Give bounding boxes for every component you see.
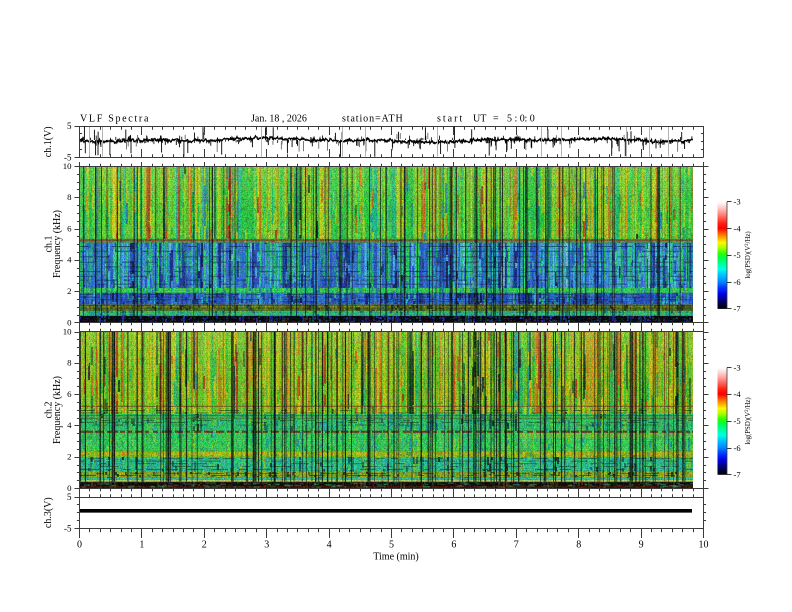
svg-text:1: 1 [139,540,144,551]
svg-text:-4: -4 [734,389,742,399]
svg-text:-7: -7 [734,304,741,314]
svg-text:log(PSD)(V2/Hz): log(PSD)(V2/Hz) [745,231,752,278]
svg-text:station=ATH: station=ATH [342,114,404,125]
svg-text:VLF Spectra: VLF Spectra [80,114,150,125]
svg-text:-7: -7 [734,470,741,480]
svg-text:6: 6 [67,389,72,399]
svg-text:-5: -5 [734,250,741,260]
svg-text:0: 0 [67,483,72,493]
svg-text:-5: -5 [734,416,741,426]
svg-text:8: 8 [67,358,72,368]
svg-text:9: 9 [639,540,644,551]
svg-text:7: 7 [514,540,519,551]
svg-text:8: 8 [67,192,72,202]
svg-text:-4: -4 [734,223,742,233]
svg-text:Jan. 18 , 2026: Jan. 18 , 2026 [251,114,307,125]
svg-text:4: 4 [327,540,332,551]
svg-text:4: 4 [67,420,72,430]
svg-text:Frequency (kHz): Frequency (kHz) [52,376,63,444]
svg-text:Frequency (kHz): Frequency (kHz) [52,210,63,278]
svg-text:6: 6 [67,223,72,233]
svg-text:3: 3 [264,540,269,551]
svg-text:-3: -3 [734,197,741,207]
svg-text:start: start [437,114,464,125]
svg-text:6: 6 [451,540,456,551]
svg-text:2: 2 [67,452,71,462]
svg-text:Time (min): Time (min) [373,552,418,563]
svg-text:4: 4 [67,255,72,265]
svg-text:0: 0 [77,540,82,551]
svg-text:ch.1(V): ch.1(V) [43,126,54,157]
svg-text:ch.3(V): ch.3(V) [43,497,54,528]
svg-text:8: 8 [576,540,581,551]
svg-text:-6: -6 [734,277,741,287]
svg-text:2: 2 [67,286,71,296]
svg-text:10: 10 [699,540,709,551]
svg-text:5: 5 [389,540,394,551]
svg-text:10: 10 [63,326,72,336]
svg-text:5: 5 [67,492,72,502]
svg-text:-5: -5 [64,524,72,534]
svg-text:10: 10 [63,161,72,171]
svg-text:5: 5 [67,121,72,131]
svg-text:-3: -3 [734,362,741,372]
svg-text:2: 2 [202,540,207,551]
svg-text:-6: -6 [734,443,741,453]
svg-text:log(PSD)(V2/Hz): log(PSD)(V2/Hz) [745,397,752,444]
